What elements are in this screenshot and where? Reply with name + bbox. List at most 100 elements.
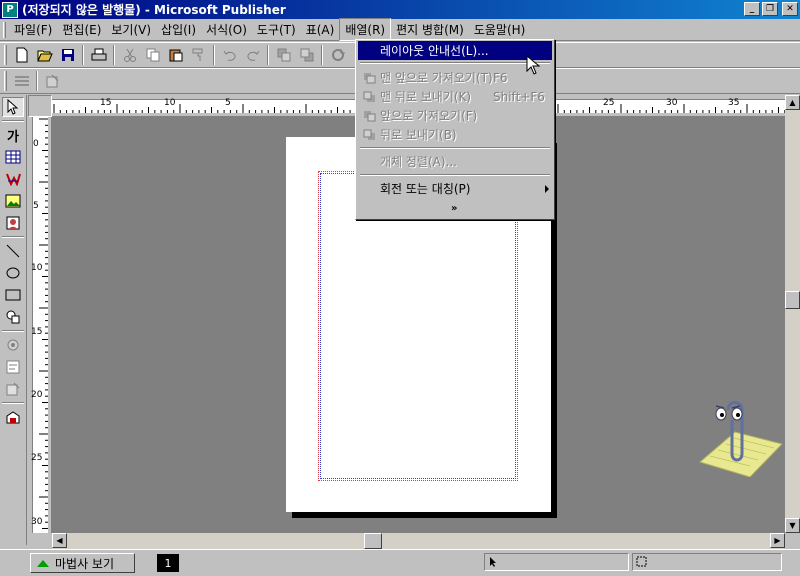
menu-table[interactable]: 표(A) — [301, 19, 340, 40]
menu-expand-chevron-icon[interactable]: » — [451, 203, 457, 214]
menu-bar-grip[interactable] — [3, 21, 6, 38]
horizontal-scroll-thumb[interactable] — [364, 533, 382, 549]
new-icon[interactable] — [10, 44, 33, 66]
toolbar-grip[interactable] — [4, 45, 7, 65]
menu-rotate-or-flip[interactable]: 회전 또는 대칭(P) — [358, 179, 552, 198]
menu-item-label: 맨 뒤로 보내기(K) — [380, 90, 472, 104]
scroll-up-button[interactable]: ▲ — [785, 95, 800, 110]
vertical-scroll-thumb[interactable] — [785, 291, 800, 309]
menu-file[interactable]: 파일(F) — [9, 19, 57, 40]
toolbar-separator — [213, 45, 215, 65]
print-icon[interactable] — [87, 44, 110, 66]
menu-bring-forward[interactable]: 앞으로 가져오기(F) — [358, 106, 552, 125]
menu-item-label: 개체 정렬(A)... — [380, 155, 457, 169]
menu-separator — [360, 174, 550, 176]
align-icon[interactable] — [10, 70, 33, 92]
size-icon — [636, 556, 647, 567]
toolbox-separator — [2, 402, 24, 404]
toolbox-separator — [2, 120, 24, 122]
ruler-label: 0 — [33, 139, 39, 149]
format-painter-icon[interactable] — [187, 44, 210, 66]
ruler-label: 15 — [31, 327, 43, 337]
scroll-down-button[interactable]: ▼ — [785, 518, 800, 533]
menu-edit[interactable]: 편집(E) — [57, 19, 106, 40]
menu-insert[interactable]: 삽입(I) — [156, 19, 201, 40]
ruler-label: 10 — [31, 263, 43, 273]
toolbox-separator — [2, 236, 24, 238]
design-gallery-tool-icon[interactable] — [2, 407, 24, 427]
toolbar-separator — [321, 45, 323, 65]
publisher-window: P (저장되지 않은 발행물) - Microsoft Publisher _ … — [0, 0, 800, 576]
menu-format[interactable]: 서식(O) — [201, 19, 252, 40]
menu-item-shortcut: F6 — [493, 70, 508, 85]
formatting-toolbar-grip[interactable] — [4, 71, 7, 91]
menu-item-label: 레이아웃 안내선(L)... — [380, 44, 489, 58]
show-wizard-button[interactable]: 마법사 보기 — [30, 553, 135, 573]
pointer-tool-icon[interactable] — [2, 97, 24, 117]
page-navigator[interactable]: 1 — [157, 554, 179, 572]
close-button[interactable]: ✕ — [782, 2, 798, 16]
menu-tools[interactable]: 도구(T) — [252, 19, 301, 40]
minimize-button[interactable]: _ — [744, 2, 760, 16]
open-icon[interactable] — [33, 44, 56, 66]
position-indicator — [484, 553, 629, 571]
oval-tool-icon[interactable] — [2, 263, 24, 283]
ruler-corner[interactable] — [28, 95, 52, 117]
bring-to-front-icon — [362, 71, 376, 84]
redo-icon[interactable] — [241, 44, 264, 66]
ruler-label: 25 — [603, 98, 615, 108]
menu-send-to-back[interactable]: 맨 뒤로 보내기(K) Shift+F6 — [358, 87, 552, 106]
scroll-left-button[interactable]: ◀ — [52, 533, 67, 548]
vertical-scrollbar[interactable]: ▲ ▼ — [785, 95, 800, 533]
toolbar-separator — [82, 45, 84, 65]
ruler-label: 15 — [100, 98, 112, 108]
save-icon[interactable] — [56, 44, 79, 66]
bring-front-icon[interactable] — [272, 44, 295, 66]
office-assistant-clippy[interactable] — [690, 392, 785, 478]
menu-item-label: 맨 앞으로 가져오기(T) — [380, 71, 493, 85]
properties-icon[interactable] — [41, 70, 64, 92]
clip-gallery-tool-icon[interactable] — [2, 213, 24, 233]
menu-bring-to-front[interactable]: 맨 앞으로 가져오기(T) F6 — [358, 68, 552, 87]
send-to-back-icon — [362, 90, 376, 103]
restore-button[interactable]: ❐ — [762, 2, 778, 16]
toolbar-separator — [113, 45, 115, 65]
title-bar[interactable]: P (저장되지 않은 발행물) - Microsoft Publisher _ … — [0, 0, 800, 19]
table-frame-tool-icon[interactable] — [2, 147, 24, 167]
form-control-tool-icon[interactable] — [2, 357, 24, 377]
menu-view[interactable]: 보기(V) — [106, 19, 156, 40]
rectangle-tool-icon[interactable] — [2, 285, 24, 305]
publisher-app-icon[interactable]: P — [2, 1, 18, 18]
ruler-label: 5 — [33, 201, 39, 211]
undo-icon[interactable] — [218, 44, 241, 66]
ruler-label: 5 — [225, 98, 231, 108]
menu-arrange[interactable]: 배열(R) — [339, 18, 392, 41]
horizontal-scrollbar[interactable]: ◀ ▶ — [52, 533, 785, 549]
html-code-tool-icon[interactable] — [2, 379, 24, 399]
custom-shapes-tool-icon[interactable] — [2, 307, 24, 327]
picture-frame-tool-icon[interactable] — [2, 191, 24, 211]
menu-help[interactable]: 도움말(H) — [469, 19, 531, 40]
hot-spot-tool-icon[interactable] — [2, 335, 24, 355]
cut-icon[interactable] — [118, 44, 141, 66]
menu-align-objects[interactable]: 개체 정렬(A)... — [358, 152, 552, 171]
window-controls: _ ❐ ✕ — [744, 2, 798, 16]
menu-item-label: 앞으로 가져오기(F) — [380, 109, 478, 123]
line-tool-icon[interactable] — [2, 241, 24, 261]
wordart-tool-icon[interactable] — [2, 169, 24, 189]
text-frame-tool-icon[interactable]: 가 — [2, 125, 24, 145]
menu-mail-merge[interactable]: 편지 병합(M) — [391, 19, 469, 40]
wizard-button-label: 마법사 보기 — [55, 556, 115, 571]
size-indicator — [632, 553, 782, 571]
menu-item-label: 뒤로 보내기(B) — [380, 128, 457, 142]
rotate-icon[interactable] — [326, 44, 349, 66]
scroll-right-button[interactable]: ▶ — [770, 533, 785, 548]
ruler-label: 20 — [31, 390, 43, 400]
paste-icon[interactable] — [164, 44, 187, 66]
menu-send-backward[interactable]: 뒤로 보내기(B) — [358, 125, 552, 144]
menu-layout-guides[interactable]: 레이아웃 안내선(L)... — [358, 41, 552, 60]
copy-icon[interactable] — [141, 44, 164, 66]
vertical-ruler[interactable]: 0 5 10 15 20 25 30 — [28, 117, 52, 533]
menu-separator — [360, 62, 550, 64]
send-back-icon[interactable] — [295, 44, 318, 66]
